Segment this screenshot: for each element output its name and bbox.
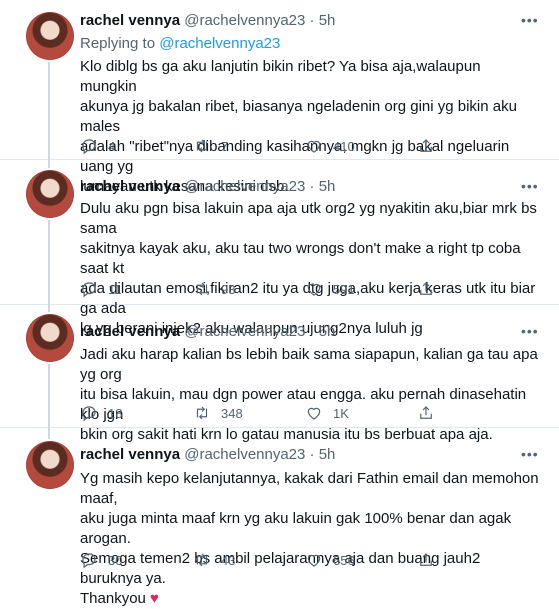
tweet-4[interactable]: rachel vennya @rachelvennya23 · 5h ••• Y…	[0, 428, 559, 607]
retweet-count: 43	[221, 552, 236, 568]
replying-to-link[interactable]: @rachelvennya23	[159, 35, 280, 52]
action-bar: 11 93 591	[80, 280, 520, 298]
author-handle[interactable]: @rachelvennya23 · 5h	[184, 323, 335, 340]
like-button[interactable]: 1K	[305, 404, 349, 422]
retweet-count: 93	[221, 281, 236, 297]
more-horizontal-icon[interactable]: •••	[521, 12, 538, 28]
author-name[interactable]: rachel vennya	[80, 446, 180, 463]
tweet-header: rachel vennya @rachelvennya23 · 5h	[80, 12, 335, 30]
share-icon	[420, 553, 432, 566]
replying-prefix: Replying to	[80, 35, 160, 52]
action-bar: 4 7 410	[80, 137, 520, 155]
retweet-button[interactable]: 43	[193, 551, 235, 569]
retweet-icon	[196, 282, 208, 296]
tweet-line: akunya jg bakalan ribet, biasanya ngelad…	[80, 98, 517, 135]
share-icon	[420, 282, 432, 295]
author-handle[interactable]: @rachelvennya23 · 5h	[184, 12, 335, 29]
share-button[interactable]	[417, 404, 435, 422]
avatar[interactable]	[26, 441, 74, 489]
action-bar: 30 43 656	[80, 551, 520, 569]
tweet-text: Yg masih kepo kelanjutannya, kakak dari …	[80, 469, 540, 609]
retweet-icon	[196, 406, 208, 420]
action-bar: 18 348 1K	[80, 404, 520, 422]
tweet-header: rachel vennya @rachelvennya23 · 5h	[80, 323, 335, 341]
author-handle[interactable]: @rachelvennya23 · 5h	[184, 446, 335, 463]
heart-outline-icon	[307, 407, 321, 420]
tweet-line: Dulu aku pgn bisa lakuin apa aja utk org…	[80, 200, 537, 237]
heart-outline-icon	[307, 554, 321, 567]
more-horizontal-icon[interactable]: •••	[521, 446, 538, 462]
author-handle[interactable]: @rachelvennya23 · 5h	[184, 178, 335, 195]
thread-line	[48, 305, 50, 312]
like-count: 656	[333, 552, 355, 568]
more-horizontal-icon[interactable]: •••	[521, 178, 538, 194]
share-icon	[420, 139, 432, 152]
author-name[interactable]: rachel vennya	[80, 323, 180, 340]
reply-button[interactable]: 4	[80, 137, 115, 155]
thread-line	[48, 160, 50, 168]
reply-bubble-icon	[82, 282, 96, 298]
share-icon	[420, 406, 432, 419]
replying-to: Replying to @rachelvennya23	[80, 35, 280, 53]
tweet-3[interactable]: rachel vennya @rachelvennya23 · 5h ••• J…	[0, 305, 559, 443]
tweet-header: rachel vennya @rachelvennya23 · 5h	[80, 178, 335, 196]
tweet-header: rachel vennya @rachelvennya23 · 5h	[80, 446, 335, 464]
like-button[interactable]: 591	[305, 280, 355, 298]
reply-count: 11	[108, 281, 122, 297]
retweet-button[interactable]: 93	[193, 280, 235, 298]
thread-line	[48, 62, 50, 160]
retweet-count: 348	[221, 405, 243, 421]
heart-outline-icon	[307, 283, 321, 296]
retweet-button[interactable]: 348	[193, 404, 243, 422]
like-button[interactable]: 410	[305, 137, 355, 155]
reply-count: 18	[108, 405, 123, 421]
reply-button[interactable]: 18	[80, 404, 122, 422]
thread-line	[48, 364, 50, 428]
avatar[interactable]	[26, 12, 74, 60]
author-name[interactable]: rachel vennya	[80, 12, 180, 29]
thread-line	[48, 220, 50, 305]
reply-bubble-icon	[82, 139, 96, 155]
like-count: 591	[333, 281, 355, 297]
retweet-icon	[196, 139, 208, 153]
tweet-line: aku juga minta maaf krn yg aku lakuin ga…	[80, 510, 512, 547]
like-count: 410	[333, 138, 355, 154]
tweet-line: Thankyou ♥	[80, 589, 540, 609]
share-button[interactable]	[417, 551, 435, 569]
heart-outline-icon	[307, 140, 321, 153]
reply-bubble-icon	[82, 553, 96, 569]
reply-button[interactable]: 11	[80, 280, 122, 298]
like-count: 1K	[333, 405, 349, 421]
tweet-line: Jadi aku harap kalian bs lebih baik sama…	[80, 346, 538, 383]
share-button[interactable]	[417, 137, 435, 155]
avatar[interactable]	[26, 314, 74, 362]
author-name[interactable]: rachel vennya	[80, 178, 180, 195]
tweet-line: sakitnya kayak aku, aku tau two wrongs d…	[80, 240, 521, 277]
retweet-icon	[196, 553, 208, 567]
tweet-2[interactable]: rachel vennya @rachelvennya23 · 5h ••• D…	[0, 160, 559, 337]
thread-line	[48, 428, 50, 439]
reply-count: 30	[108, 552, 123, 568]
retweet-count: 7	[221, 138, 229, 154]
like-button[interactable]: 656	[305, 551, 355, 569]
share-button[interactable]	[417, 280, 435, 298]
reply-count: 4	[108, 138, 116, 154]
avatar[interactable]	[26, 170, 74, 218]
retweet-button[interactable]: 7	[193, 137, 228, 155]
tweet-line: Yg masih kepo kelanjutannya, kakak dari …	[80, 470, 539, 507]
reply-bubble-icon	[82, 406, 96, 422]
tweet-1[interactable]: rachel vennya @rachelvennya23 · 5h ••• R…	[0, 0, 559, 195]
tweet-line: Klo diblg bs ga aku lanjutin bikin ribet…	[80, 58, 481, 95]
more-horizontal-icon[interactable]: •••	[521, 323, 538, 339]
tweet-line-text: Thankyou	[80, 590, 146, 607]
red-heart-emoji: ♥	[150, 590, 159, 607]
reply-button[interactable]: 30	[80, 551, 122, 569]
